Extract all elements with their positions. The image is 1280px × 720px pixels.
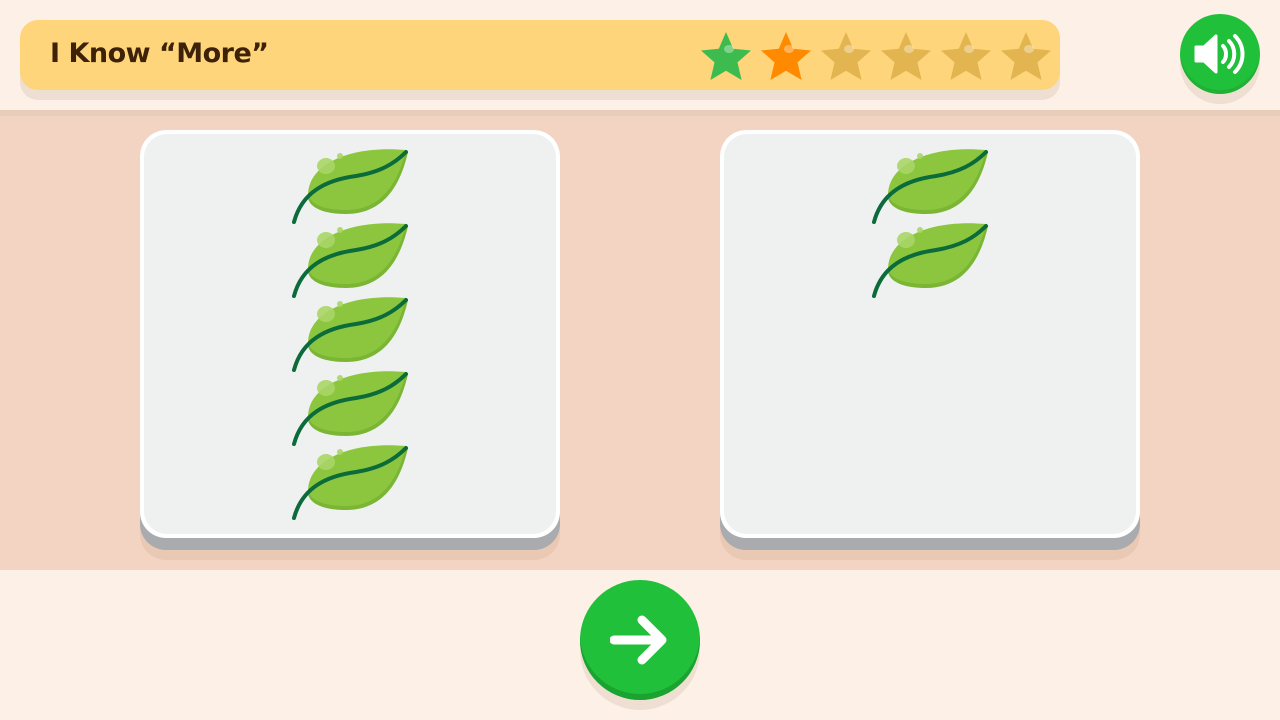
leaf-icon <box>870 148 990 224</box>
card-face <box>720 130 1140 538</box>
leaf-icon <box>870 222 990 298</box>
choice-card-left[interactable] <box>140 130 560 550</box>
arrow-right-icon <box>610 615 667 665</box>
leaf-group <box>724 134 1136 534</box>
next-button[interactable] <box>580 580 700 700</box>
star-icon-pending <box>876 29 936 83</box>
star-icon-pending <box>816 29 876 83</box>
top-bar: I Know “More” <box>0 0 1280 110</box>
card-face <box>140 130 560 538</box>
leaf-icon <box>290 296 410 372</box>
title-bar: I Know “More” <box>20 20 1060 90</box>
choice-card-right[interactable] <box>720 130 1140 550</box>
leaf-group <box>144 134 556 534</box>
leaf-icon <box>290 444 410 520</box>
star-icon-completed <box>696 29 756 83</box>
speaker-icon <box>1194 34 1245 74</box>
activity-title: I Know “More” <box>50 38 269 69</box>
play-area <box>0 116 1280 570</box>
star-icon-pending <box>936 29 996 83</box>
leaf-icon <box>290 370 410 446</box>
progress-stars <box>696 29 1056 83</box>
sound-button[interactable] <box>1180 14 1260 94</box>
leaf-icon <box>290 148 410 224</box>
star-icon-current <box>756 29 816 83</box>
star-icon-pending <box>996 29 1056 83</box>
leaf-icon <box>290 222 410 298</box>
